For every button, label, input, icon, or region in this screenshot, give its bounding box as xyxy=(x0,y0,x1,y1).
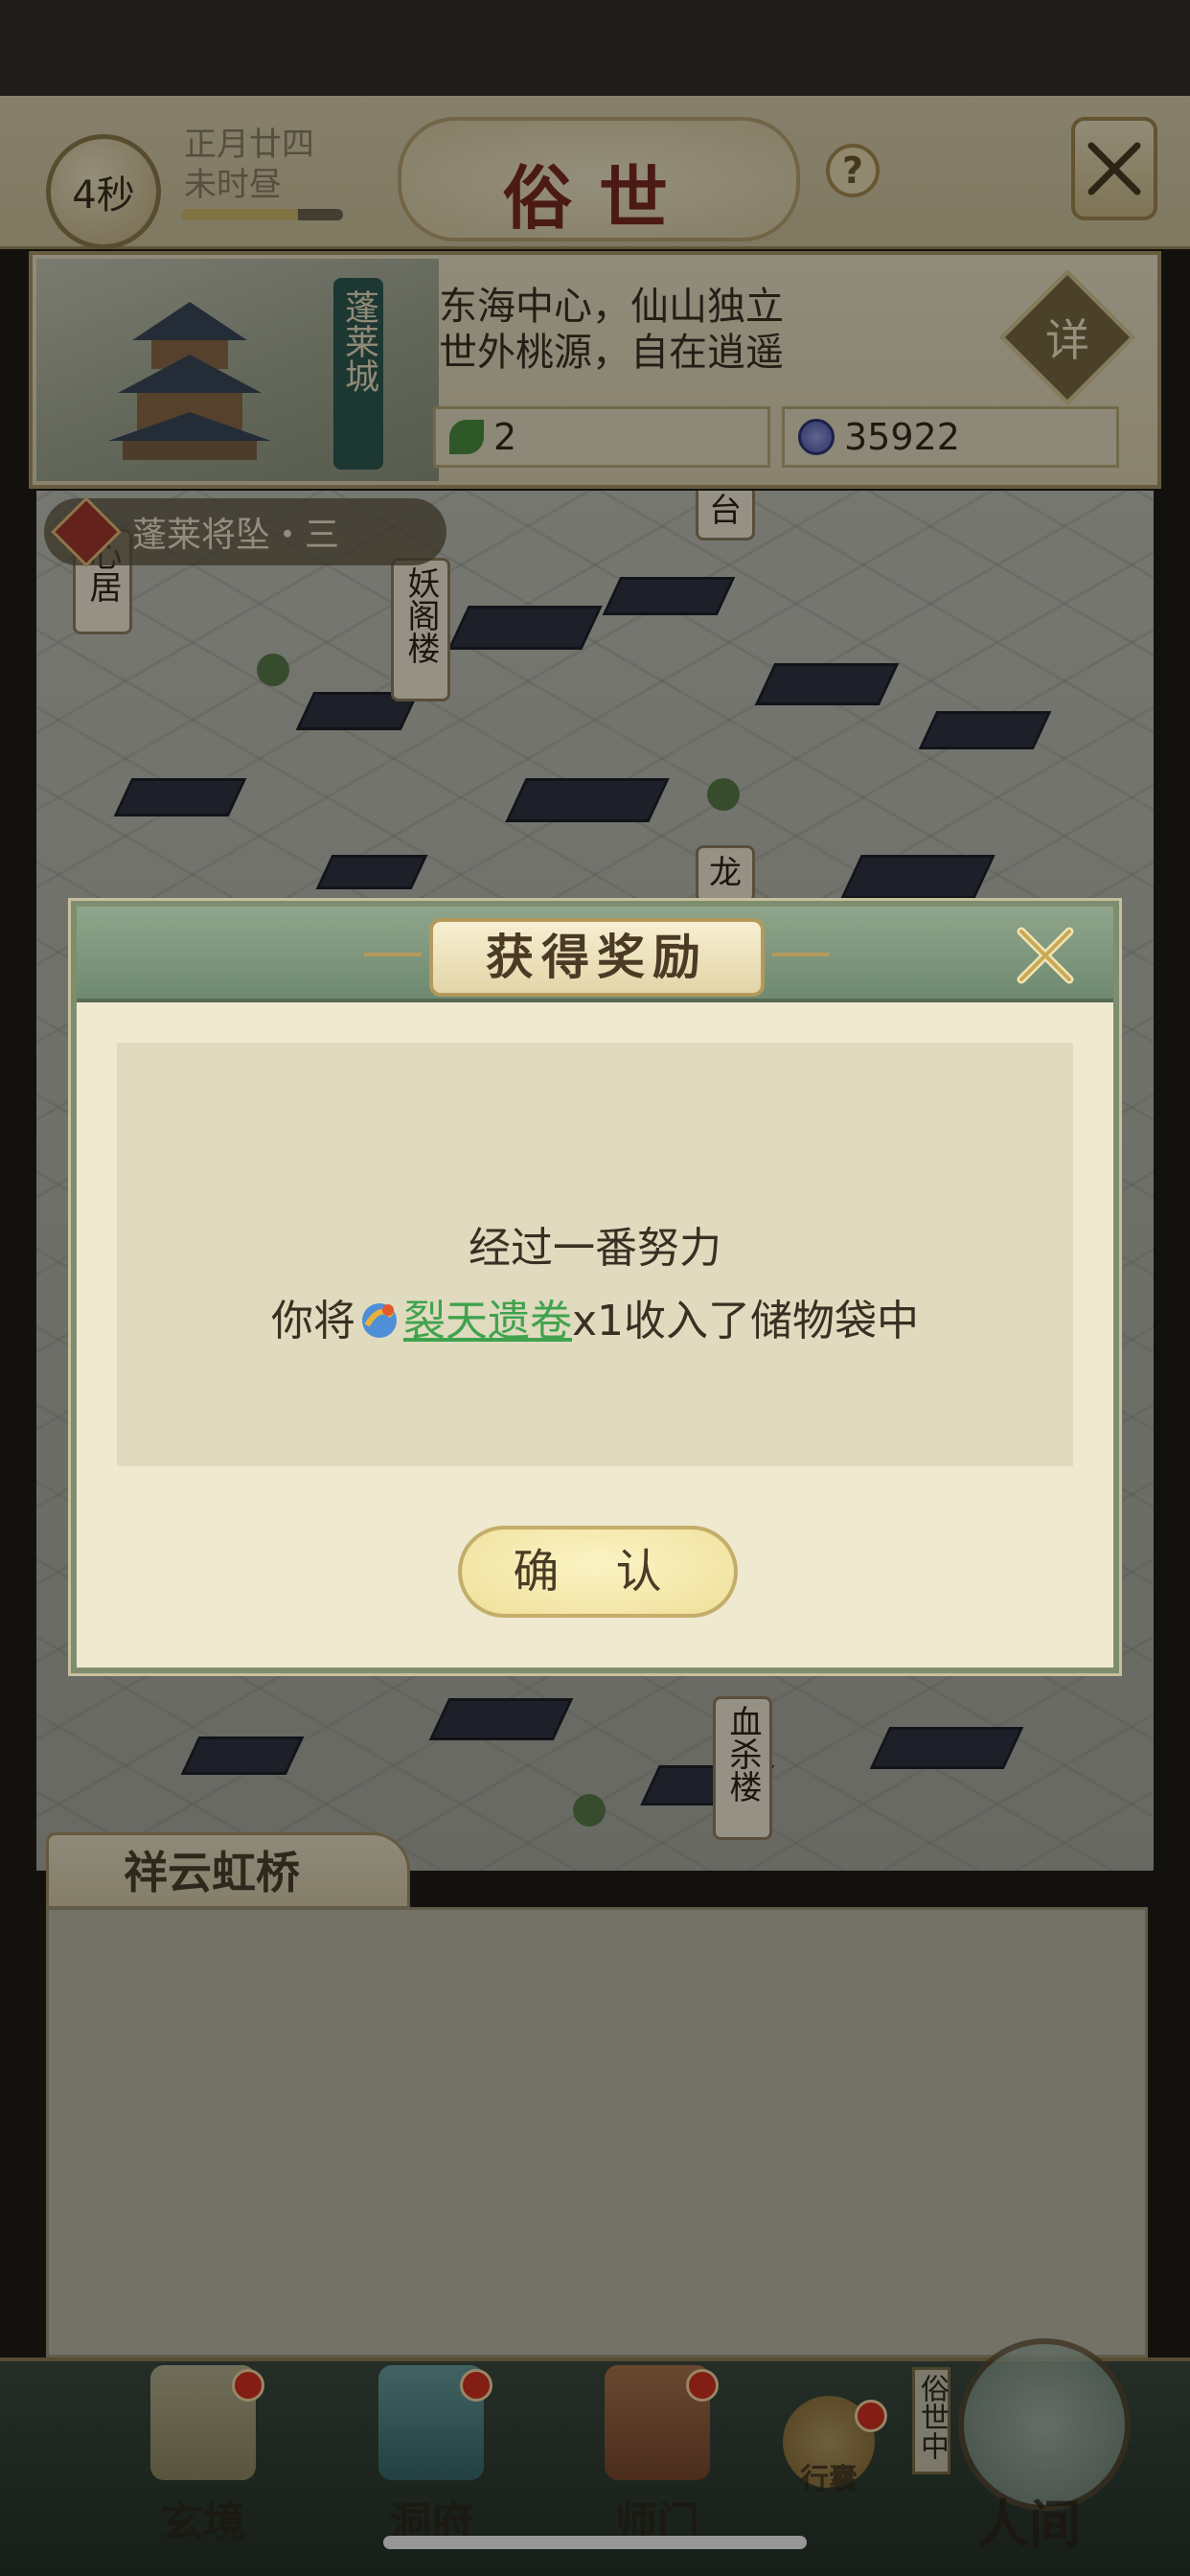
status-bar xyxy=(0,0,1190,96)
title-ornament xyxy=(364,953,422,956)
dialog-title: 获得奖励 xyxy=(429,918,765,997)
reward-suffix: x1收入了储物袋中 xyxy=(571,1297,920,1346)
reward-dialog: 获得奖励 经过一番努力 你将 裂天遗卷x1收入了储物袋中 确 认 xyxy=(71,901,1119,1673)
reward-message-line1: 经过一番努力 xyxy=(469,1224,721,1273)
reward-item-link[interactable]: 裂天遗卷 xyxy=(403,1297,572,1346)
close-icon xyxy=(1017,927,1074,984)
reward-message-line2: 你将 裂天遗卷x1收入了储物袋中 xyxy=(117,1286,1073,1347)
close-button[interactable] xyxy=(1010,920,1081,991)
reward-message-box: 经过一番努力 你将 裂天遗卷x1收入了储物袋中 xyxy=(117,1043,1073,1466)
confirm-button[interactable]: 确 认 xyxy=(458,1526,738,1618)
reward-prefix: 你将 xyxy=(270,1297,355,1346)
title-ornament xyxy=(772,953,830,956)
dialog-header: 获得奖励 xyxy=(77,907,1113,1002)
scroll-item-icon xyxy=(355,1297,403,1345)
